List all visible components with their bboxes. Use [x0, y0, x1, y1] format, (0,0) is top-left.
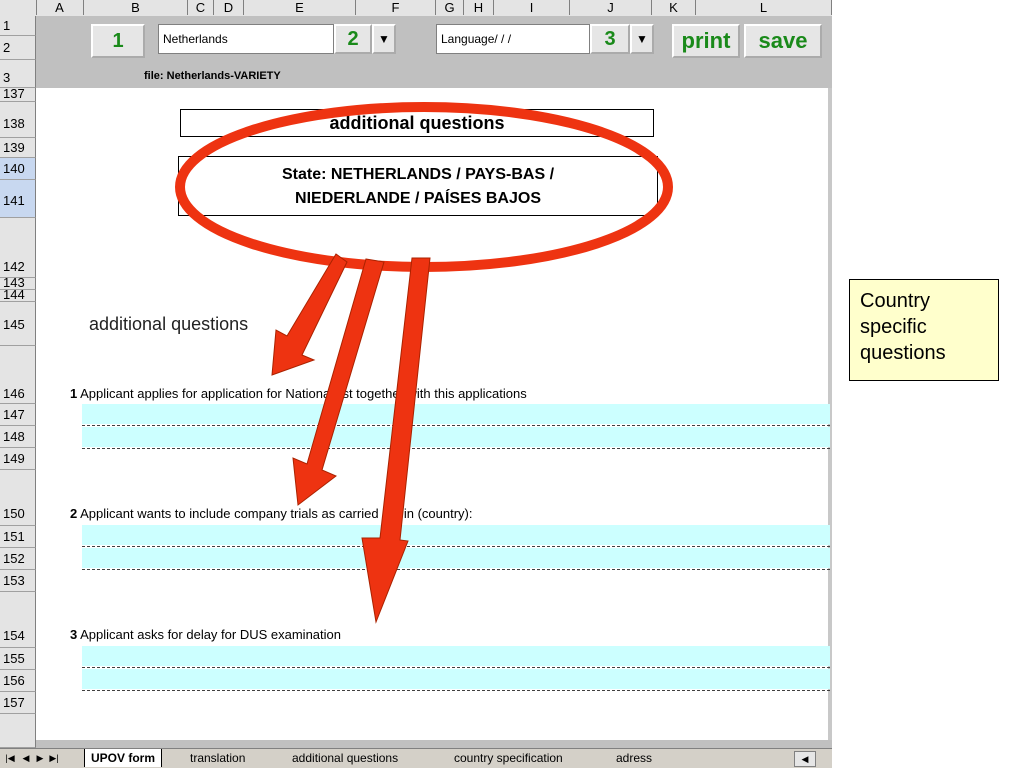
tab-translation[interactable]: translation [184, 749, 251, 767]
answer-field-1b[interactable] [82, 427, 830, 447]
row-header[interactable]: 148 [0, 426, 36, 448]
row-header[interactable]: 2 [0, 36, 36, 60]
col-header-b[interactable]: B [84, 0, 188, 15]
row-header[interactable]: 139 [0, 138, 36, 158]
question-2: 2 Applicant wants to include company tri… [70, 506, 473, 521]
col-header-a[interactable]: A [36, 0, 84, 15]
row-header[interactable]: 140 [0, 158, 36, 180]
divider [82, 448, 830, 449]
row-header[interactable]: 151 [0, 526, 36, 548]
row-header[interactable]: 146 [0, 346, 36, 404]
file-name: Netherlands-VARIETY [166, 70, 281, 82]
row-header[interactable]: 150 [0, 470, 36, 526]
row-header[interactable]: 138 [0, 102, 36, 138]
tab-additional-questions[interactable]: additional questions [286, 749, 404, 767]
sheet-tab-bar: |◀ ◀ ▶ ▶| UPOV form translation addition… [0, 748, 832, 768]
state-line-2: NIEDERLANDE / PAÍSES BAJOS [295, 190, 541, 207]
tab-country-specification[interactable]: country specification [448, 749, 569, 767]
answer-field-3b[interactable] [82, 669, 830, 689]
row-header[interactable]: 145 [0, 302, 36, 346]
next-sheet-icon[interactable]: ▶ [34, 751, 46, 765]
row-header[interactable]: 155 [0, 648, 36, 670]
step-1-button[interactable]: 1 [91, 24, 145, 58]
divider [82, 546, 830, 547]
section-heading: additional questions [89, 314, 249, 334]
row-header[interactable]: 141 [0, 180, 36, 218]
col-header-h[interactable]: H [464, 0, 494, 15]
col-header-c[interactable]: C [188, 0, 214, 15]
hscroll-left-button[interactable]: ◀ [794, 751, 816, 767]
select-all-corner[interactable] [0, 0, 37, 15]
answer-field-3a[interactable] [82, 646, 830, 666]
row-header[interactable]: 154 [0, 592, 36, 648]
question-number: 2 [70, 506, 78, 521]
row-header[interactable]: 3 [0, 60, 36, 88]
additional-questions-title: additional questions [180, 109, 654, 137]
row-header[interactable]: 137 [0, 87, 36, 102]
save-button[interactable]: save [744, 24, 822, 58]
col-header-g[interactable]: G [436, 0, 464, 15]
row-header[interactable]: 157 [0, 692, 36, 714]
col-header-d[interactable]: D [214, 0, 244, 15]
country-specific-note: Country specific questions [849, 279, 999, 381]
row-header[interactable]: 1 [0, 16, 36, 36]
col-header-j[interactable]: J [570, 0, 652, 15]
file-label: file: [144, 70, 164, 82]
col-header-l[interactable]: L [696, 0, 832, 15]
question-number: 1 [70, 386, 78, 401]
chevron-down-icon: ▼ [636, 32, 648, 46]
question-text: Applicant asks for delay for DUS examina… [80, 627, 341, 642]
answer-field-1a[interactable] [82, 404, 830, 424]
question-1: 1 Applicant applies for application for … [70, 386, 527, 401]
question-number: 3 [70, 627, 78, 642]
row-header[interactable]: 147 [0, 404, 36, 426]
language-dropdown[interactable]: ▼ [630, 24, 654, 54]
step-3-button[interactable]: 3 [590, 24, 630, 54]
divider [82, 425, 830, 426]
divider [82, 690, 830, 691]
column-header-bar: A B C D E F G H I J K L [0, 0, 832, 17]
col-header-i[interactable]: I [494, 0, 570, 15]
answer-field-2a[interactable] [82, 525, 830, 545]
question-text: Applicant applies for application for Na… [80, 386, 527, 401]
file-info: file: Netherlands-VARIETY [144, 70, 281, 82]
row-header[interactable]: 144 [0, 288, 36, 302]
col-header-k[interactable]: K [652, 0, 696, 15]
tab-upov-form[interactable]: UPOV form [84, 749, 163, 767]
question-3: 3 Applicant asks for delay for DUS exami… [70, 627, 341, 642]
step-2-button[interactable]: 2 [334, 24, 372, 54]
question-text: Applicant wants to include company trial… [80, 506, 473, 521]
prev-sheet-icon[interactable]: ◀ [20, 751, 32, 765]
state-box: State: NETHERLANDS / PAYS-BAS / NIEDERLA… [178, 156, 658, 216]
col-header-f[interactable]: F [356, 0, 436, 15]
chevron-down-icon: ▼ [378, 32, 390, 46]
tab-adress[interactable]: adress [610, 749, 658, 767]
country-field[interactable]: Netherlands [158, 24, 334, 54]
divider [82, 667, 830, 668]
answer-field-2b[interactable] [82, 548, 830, 568]
row-header [0, 714, 36, 748]
row-header[interactable]: 152 [0, 548, 36, 570]
row-header[interactable]: 142 [0, 218, 36, 278]
col-header-e[interactable]: E [244, 0, 356, 15]
print-button[interactable]: print [672, 24, 740, 58]
state-line-1: State: NETHERLANDS / PAYS-BAS / [281, 166, 555, 183]
row-header[interactable]: 149 [0, 448, 36, 470]
row-header[interactable]: 153 [0, 570, 36, 592]
spreadsheet-window: A B C D E F G H I J K L 1 Netherlands 2 … [0, 0, 832, 768]
country-dropdown[interactable]: ▼ [372, 24, 396, 54]
last-sheet-icon[interactable]: ▶| [48, 751, 60, 765]
language-field[interactable]: Language/ / / [436, 24, 590, 54]
first-sheet-icon[interactable]: |◀ [4, 751, 16, 765]
divider [82, 569, 830, 570]
row-header[interactable]: 156 [0, 670, 36, 692]
